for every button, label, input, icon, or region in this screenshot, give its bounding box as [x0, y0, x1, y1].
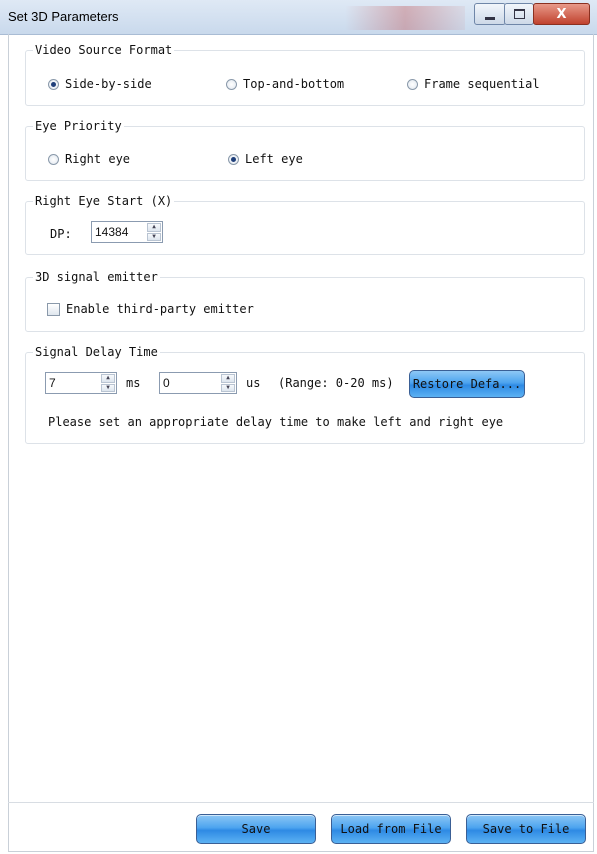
spin-down-icon[interactable]: ▼	[221, 383, 235, 392]
restore-defaults-label: Restore Defa...	[412, 377, 522, 391]
spin-down-icon[interactable]: ▼	[147, 232, 161, 241]
window-title: Set 3D Parameters	[8, 9, 119, 24]
dp-value[interactable]: 14384	[95, 225, 128, 239]
delay-ms-spinbox[interactable]: 7 ▲ ▼	[45, 372, 117, 394]
restore-defaults-button[interactable]: Restore Defa...	[409, 370, 525, 398]
emitter-title: 3D signal emitter	[33, 269, 160, 285]
signal-delay-group: Signal Delay Time	[25, 344, 585, 444]
maximize-icon	[513, 9, 525, 19]
video-source-group: Video Source Format Side-by-side Top-and…	[25, 42, 585, 106]
radio-unselected-icon[interactable]	[407, 78, 418, 90]
right-eye-start-title: Right Eye Start (X)	[33, 193, 175, 209]
radio-left-eye[interactable]: Left eye	[228, 152, 303, 166]
save-label: Save	[241, 822, 271, 836]
checkbox-label: Enable third-party emitter	[66, 302, 254, 316]
radio-label: Left eye	[245, 152, 303, 166]
load-from-file-label: Load from File	[340, 822, 442, 836]
save-button[interactable]: Save	[196, 814, 316, 844]
radio-unselected-icon[interactable]	[48, 153, 59, 165]
minimize-button[interactable]	[474, 3, 506, 25]
eye-priority-group: Eye Priority Right eye Left eye	[25, 118, 585, 181]
minimize-icon	[485, 16, 495, 20]
delay-ms-value[interactable]: 7	[49, 376, 56, 390]
radio-side-by-side[interactable]: Side-by-side	[48, 77, 152, 91]
radio-selected-icon[interactable]	[48, 78, 59, 90]
radio-label: Side-by-side	[65, 77, 152, 91]
save-to-file-label: Save to File	[482, 822, 570, 836]
spin-up-icon[interactable]: ▲	[147, 223, 161, 232]
spin-down-icon[interactable]: ▼	[101, 383, 115, 392]
maximize-button[interactable]	[504, 3, 534, 25]
footer-divider	[8, 802, 594, 803]
delay-us-stepper[interactable]: ▲ ▼	[221, 374, 235, 392]
close-button[interactable]: X	[533, 3, 590, 25]
save-to-file-button[interactable]: Save to File	[466, 814, 586, 844]
enable-emitter-checkbox[interactable]: Enable third-party emitter	[47, 302, 254, 316]
delay-hint-text: Please set an appropriate delay time to …	[48, 415, 504, 429]
delay-us-spinbox[interactable]: 0 ▲ ▼	[159, 372, 237, 394]
title-decoration	[345, 6, 465, 30]
close-icon: X	[556, 6, 567, 22]
signal-delay-title: Signal Delay Time	[33, 344, 160, 360]
eye-priority-title: Eye Priority	[33, 118, 124, 134]
spin-up-icon[interactable]: ▲	[221, 374, 235, 383]
dp-label: DP:	[50, 227, 72, 241]
checkbox-icon[interactable]	[47, 302, 60, 316]
delay-us-value[interactable]: 0	[163, 376, 170, 390]
delay-range-text: (Range: 0-20 ms)	[278, 376, 394, 390]
right-eye-start-group: Right Eye Start (X) DP: 14384 ▲ ▼	[25, 193, 585, 255]
dp-spinbox[interactable]: 14384 ▲ ▼	[91, 221, 163, 243]
us-unit-label: us	[246, 376, 261, 390]
ms-unit-label: ms	[126, 376, 141, 390]
radio-unselected-icon[interactable]	[226, 78, 237, 90]
dp-stepper[interactable]: ▲ ▼	[147, 223, 161, 241]
delay-ms-stepper[interactable]: ▲ ▼	[101, 374, 115, 392]
radio-label: Frame sequential	[424, 77, 540, 91]
spin-up-icon[interactable]: ▲	[101, 374, 115, 383]
radio-top-and-bottom[interactable]: Top-and-bottom	[226, 77, 344, 91]
radio-label: Right eye	[65, 152, 131, 166]
radio-frame-sequential[interactable]: Frame sequential	[407, 77, 540, 91]
load-from-file-button[interactable]: Load from File	[331, 814, 451, 844]
radio-label: Top-and-bottom	[243, 77, 345, 91]
radio-right-eye[interactable]: Right eye	[48, 152, 130, 166]
video-source-title: Video Source Format	[33, 42, 175, 58]
title-bar: Set 3D Parameters X	[0, 0, 597, 35]
radio-selected-icon[interactable]	[228, 153, 239, 165]
emitter-group: 3D signal emitter Enable third-party emi…	[25, 269, 585, 332]
